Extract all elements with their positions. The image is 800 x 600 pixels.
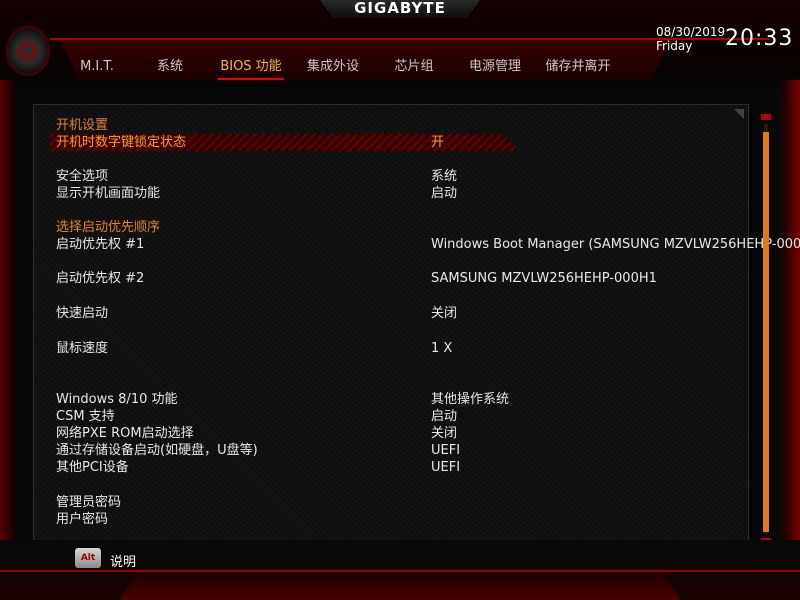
bottom-line xyxy=(0,570,800,572)
setting-label: 快速启动 xyxy=(56,306,109,321)
setting-csm[interactable]: CSM 支持 启动 xyxy=(56,408,756,425)
section-boot: 开机设置 xyxy=(56,117,756,134)
setting-mouse[interactable]: 鼠标速度 1 X xyxy=(56,340,756,357)
alt-key-button[interactable]: Alt xyxy=(75,548,101,568)
setting-security[interactable]: 安全选项 系统 xyxy=(56,168,756,185)
setting-label: 开机时数字键锁定状态 xyxy=(56,135,187,150)
setting-value: UEFI xyxy=(431,443,461,458)
tab-peripherals[interactable]: 集成外设 xyxy=(303,56,363,78)
setting-logo[interactable]: 显示开机画面功能 启动 xyxy=(56,185,756,202)
setting-pxe[interactable]: 网络PXE ROM启动选择 关闭 xyxy=(56,425,756,442)
setting-label: 用户密码 xyxy=(56,512,109,527)
setting-value: 启动 xyxy=(431,409,458,424)
section-boot-order: 选择启动优先顺序 xyxy=(56,219,756,236)
setting-value: SAMSUNG MZVLW256HEHP-000H1 xyxy=(431,271,657,286)
scrollbar[interactable] xyxy=(761,114,771,544)
setting-boot1[interactable]: 启动优先权 #1 Windows Boot Manager (SAMSUNG M… xyxy=(56,236,800,253)
section-title: 开机设置 xyxy=(56,118,109,133)
setting-boot2[interactable]: 启动优先权 #2 SAMSUNG MZVLW256HEHP-000H1 xyxy=(56,270,756,287)
setting-value: 启动 xyxy=(431,186,458,201)
setting-user-password[interactable]: 用户密码 xyxy=(56,511,756,528)
setting-label: 其他PCI设备 xyxy=(56,460,129,475)
setting-value: 关闭 xyxy=(431,426,458,441)
gear-icon xyxy=(6,26,50,76)
setting-label: CSM 支持 xyxy=(56,409,115,424)
setting-value: UEFI xyxy=(431,460,461,475)
setting-value: Windows Boot Manager (SAMSUNG MZVLW256HE… xyxy=(431,237,800,252)
setting-numlock[interactable]: 开机时数字键锁定状态 开 xyxy=(50,134,756,151)
setting-label: 网络PXE ROM启动选择 xyxy=(56,426,194,441)
tab-save-exit[interactable]: 储存并离开 xyxy=(539,56,617,78)
help-label[interactable]: 说明 xyxy=(110,551,136,570)
right-glow xyxy=(778,80,800,560)
bios-window: GIGABYTE M.I.T. 系统 BIOS 功能 集成外设 芯片组 电源管理… xyxy=(0,0,800,600)
tab-mit[interactable]: M.I.T. xyxy=(72,56,122,78)
setting-label: Windows 8/10 功能 xyxy=(56,392,178,407)
setting-value: 其他操作系统 xyxy=(431,392,510,407)
setting-admin-password[interactable]: 管理员密码 xyxy=(56,494,756,511)
section-title: 选择启动优先顺序 xyxy=(56,220,161,235)
scrollbar-thumb[interactable] xyxy=(763,132,769,532)
clock: 20:33 xyxy=(725,26,794,51)
scrollbar-cap-top xyxy=(761,114,771,120)
setting-label: 启动优先权 #1 xyxy=(56,237,145,252)
setting-label: 启动优先权 #2 xyxy=(56,271,145,286)
setting-value: 关闭 xyxy=(431,306,458,321)
setting-value: 1 X xyxy=(431,341,453,356)
setting-label: 显示开机画面功能 xyxy=(56,186,161,201)
date-display: 08/30/2019 Friday xyxy=(656,25,725,53)
setting-fastboot[interactable]: 快速启动 关闭 xyxy=(56,305,756,322)
setting-label: 鼠标速度 xyxy=(56,341,109,356)
bottom-ridge xyxy=(120,572,680,600)
left-glow xyxy=(0,80,18,540)
tab-chipset[interactable]: 芯片组 xyxy=(389,56,439,78)
setting-value: 系统 xyxy=(431,169,458,184)
tab-power[interactable]: 电源管理 xyxy=(465,56,525,78)
setting-label: 通过存储设备启动(如硬盘，U盘等) xyxy=(56,443,258,458)
brand-logo: GIGABYTE xyxy=(354,0,446,17)
tab-bios-features[interactable]: BIOS 功能 xyxy=(218,56,284,80)
setting-windows[interactable]: Windows 8/10 功能 其他操作系统 xyxy=(56,391,756,408)
setting-label: 安全选项 xyxy=(56,169,109,184)
date-text: 08/30/2019 xyxy=(656,25,726,39)
tab-system[interactable]: 系统 xyxy=(150,56,190,78)
setting-storage-boot[interactable]: 通过存储设备启动(如硬盘，U盘等) UEFI xyxy=(56,442,756,459)
setting-value: 开 xyxy=(431,135,445,150)
weekday-text: Friday xyxy=(656,39,693,53)
setting-other-pci[interactable]: 其他PCI设备 UEFI xyxy=(56,459,756,476)
setting-label: 管理员密码 xyxy=(56,495,122,510)
